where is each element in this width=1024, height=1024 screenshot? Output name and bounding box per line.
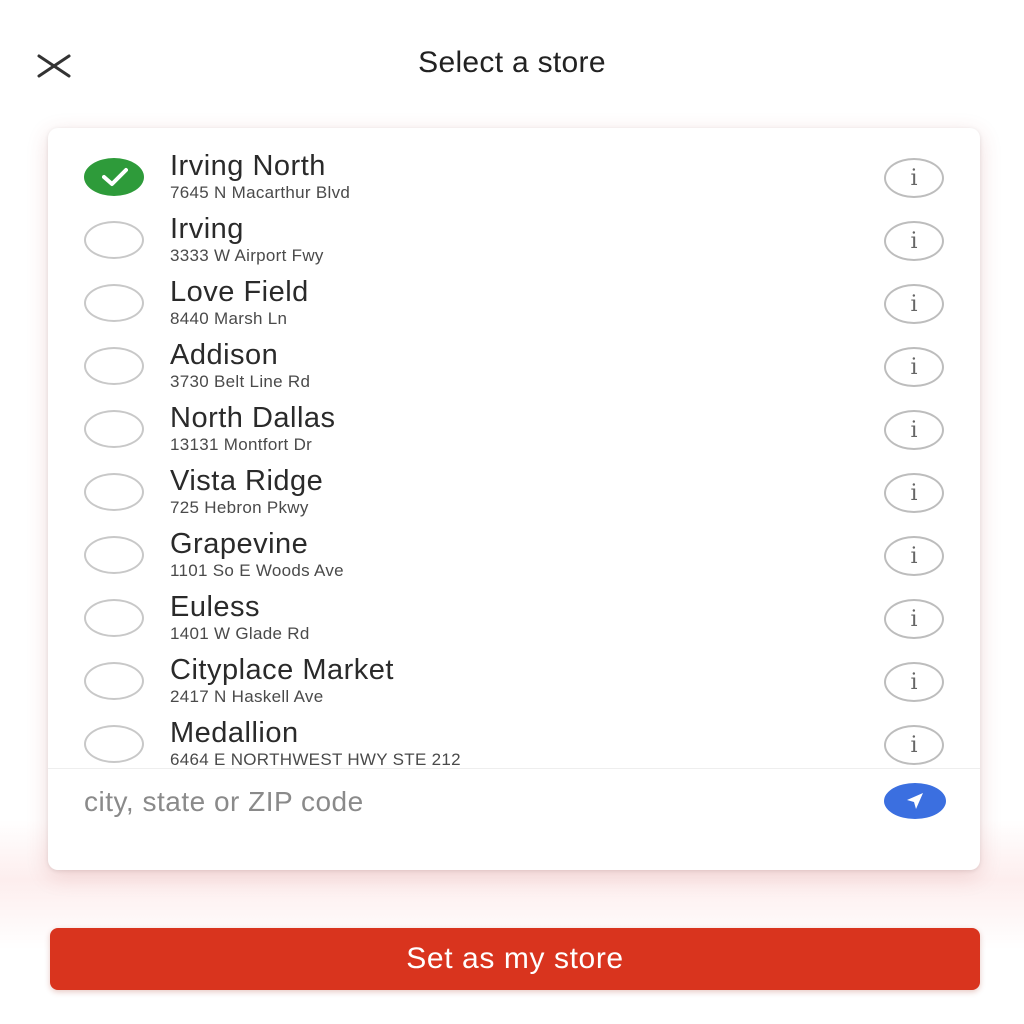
- info-icon[interactable]: i: [884, 536, 944, 576]
- location-arrow-icon: [907, 793, 923, 809]
- store-radio[interactable]: [84, 536, 144, 574]
- store-name: Irving North: [170, 150, 326, 182]
- store-radio[interactable]: [84, 662, 144, 700]
- checkmark-icon: [102, 168, 128, 186]
- info-icon[interactable]: i: [884, 473, 944, 513]
- store-list-card: Irving North 7645 N Macarthur Blvd i Irving…: [48, 128, 980, 870]
- store-address: 1101 So E Woods Ave: [170, 561, 344, 580]
- store-row[interactable]: North Dallas 13131 Montfort Dr i: [48, 396, 980, 459]
- store-row[interactable]: Grapevine 1101 So E Woods Ave i: [48, 522, 980, 585]
- set-as-my-store-button[interactable]: Set as my store: [50, 928, 980, 990]
- store-address: 3333 W Airport Fwy: [170, 246, 324, 265]
- store-name: Medallion: [170, 717, 299, 749]
- info-icon[interactable]: i: [884, 410, 944, 450]
- store-address: 13131 Montfort Dr: [170, 435, 313, 454]
- store-address: 6464 E NORTHWEST HWY STE 212: [170, 750, 461, 769]
- page-title: Select a store: [418, 46, 606, 79]
- store-address: 725 Hebron Pkwy: [170, 498, 309, 517]
- store-row[interactable]: Cityplace Market 2417 N Haskell Ave i: [48, 648, 980, 711]
- store-address: 7645 N Macarthur Blvd: [170, 183, 351, 202]
- store-row[interactable]: Euless 1401 W Glade Rd i: [48, 585, 980, 648]
- info-icon[interactable]: i: [884, 221, 944, 261]
- store-row[interactable]: Love Field 8440 Marsh Ln i: [48, 270, 980, 333]
- store-row[interactable]: Vista Ridge 725 Hebron Pkwy i: [48, 459, 980, 522]
- info-icon[interactable]: i: [884, 158, 944, 198]
- store-radio[interactable]: [84, 410, 144, 448]
- location-search-input[interactable]: [82, 777, 846, 827]
- store-radio[interactable]: [84, 473, 144, 511]
- store-address: 2417 N Haskell Ave: [170, 687, 324, 706]
- header: Select a store: [0, 0, 1024, 130]
- store-name: Euless: [170, 591, 261, 623]
- store-row[interactable]: Irving North 7645 N Macarthur Blvd i: [48, 144, 980, 207]
- info-icon[interactable]: i: [884, 662, 944, 702]
- store-name: Love Field: [170, 276, 309, 308]
- store-radio-selected[interactable]: [84, 158, 144, 196]
- info-icon[interactable]: i: [884, 599, 944, 639]
- store-radio[interactable]: [84, 284, 144, 322]
- use-my-location-button[interactable]: [884, 783, 946, 819]
- store-name: Vista Ridge: [170, 465, 324, 497]
- store-name: Irving: [170, 213, 244, 245]
- page: Select a store Irving North 7645 N Macart…: [0, 0, 1024, 1024]
- store-row[interactable]: Addison 3730 Belt Line Rd i: [48, 333, 980, 396]
- search-row: [48, 768, 980, 833]
- store-radio[interactable]: [84, 725, 144, 763]
- info-icon[interactable]: i: [884, 284, 944, 324]
- store-row[interactable]: Medallion 6464 E NORTHWEST HWY STE 212 i: [48, 711, 980, 774]
- store-radio[interactable]: [84, 347, 144, 385]
- store-radio[interactable]: [84, 599, 144, 637]
- store-name: Cityplace Market: [170, 654, 394, 686]
- store-row[interactable]: Irving 3333 W Airport Fwy i: [48, 207, 980, 270]
- store-name: Grapevine: [170, 528, 309, 560]
- info-icon[interactable]: i: [884, 725, 944, 765]
- store-address: 1401 W Glade Rd: [170, 624, 310, 643]
- info-icon[interactable]: i: [884, 347, 944, 387]
- store-radio[interactable]: [84, 221, 144, 259]
- store-address: 8440 Marsh Ln: [170, 309, 288, 328]
- store-name: Addison: [170, 339, 279, 371]
- store-address: 3730 Belt Line Rd: [170, 372, 311, 391]
- store-name: North Dallas: [170, 402, 336, 434]
